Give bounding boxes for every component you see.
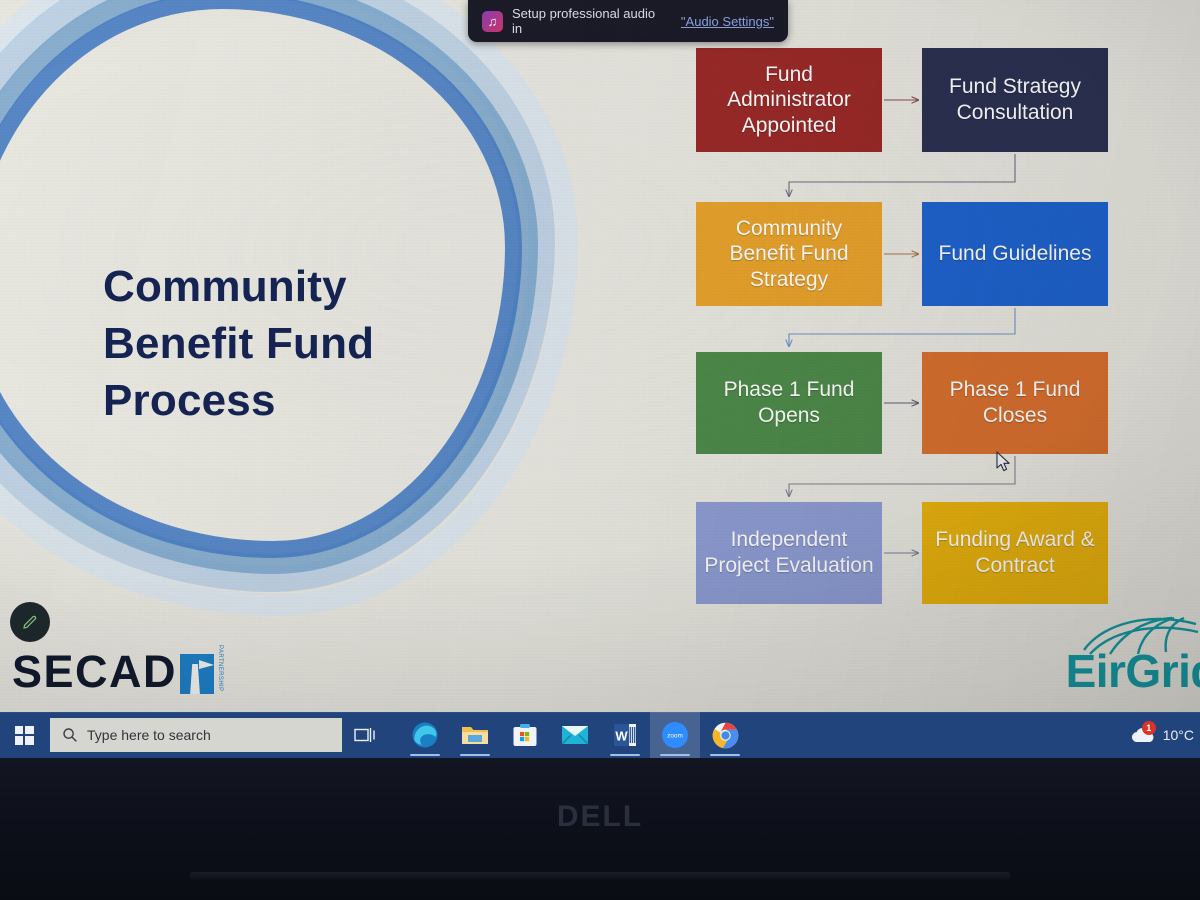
weather-notification-badge: 1: [1141, 721, 1156, 735]
app-running-indicator: [660, 754, 690, 756]
toast-message: Setup professional audio in: [512, 6, 656, 36]
word-icon: W: [610, 720, 640, 750]
laptop-photo: Community Benefit Fund Process Fund Admi…: [0, 0, 1200, 900]
folder-icon: [460, 720, 490, 750]
taskbar-app-word[interactable]: W: [600, 712, 650, 758]
flow-step-community-benefit-fund-strategy[interactable]: Community Benefit Fund Strategy: [696, 202, 882, 306]
music-note-icon: ♫: [482, 10, 503, 32]
dell-brand-logo: DELL: [556, 800, 644, 833]
flow-step-independent-project-evaluation[interactable]: Independent Project Evaluation: [696, 502, 882, 604]
zoom-icon: zoom: [660, 720, 690, 750]
secad-wordmark: SECAD: [12, 646, 178, 698]
flow-step-phase-1-fund-opens[interactable]: Phase 1 Fund Opens: [696, 352, 882, 454]
laptop-bezel: DELL: [0, 758, 1200, 900]
app-running-indicator: [710, 754, 740, 756]
taskbar-app-zoom[interactable]: zoom: [650, 712, 700, 758]
weather-widget[interactable]: 1 10°C: [1129, 721, 1194, 746]
slide-title: Community Benefit Fund Process: [103, 262, 375, 426]
app-running-indicator: [460, 754, 490, 756]
eirgrid-globe-icon: [1083, 616, 1199, 655]
store-icon: [510, 720, 540, 750]
laptop-screen: Community Benefit Fund Process Fund Admi…: [0, 0, 1200, 712]
mail-icon: [560, 720, 590, 750]
secad-logo: SECAD PARTNERSHIP: [12, 645, 223, 694]
annotate-pen-button[interactable]: [10, 602, 50, 642]
task-view-icon: [354, 728, 375, 742]
audio-setup-toast[interactable]: ♫ Setup professional audio in "Audio Set…: [468, 0, 788, 42]
taskbar-app-microsoft-store[interactable]: [500, 712, 550, 758]
system-tray: 1 10°C: [1129, 721, 1200, 746]
windows-taskbar: Type here to search W zoom 1 10°C: [0, 712, 1200, 758]
taskbar-app-microsoft-edge[interactable]: [400, 712, 450, 758]
start-button[interactable]: [0, 712, 48, 758]
svg-text:W: W: [615, 729, 628, 744]
mouse-pointer-icon: [996, 451, 1010, 472]
flow-step-fund-guidelines[interactable]: Fund Guidelines: [922, 202, 1108, 306]
taskbar-app-mail[interactable]: [550, 712, 600, 758]
taskbar-app-file-explorer[interactable]: [450, 712, 500, 758]
taskbar-app-google-chrome[interactable]: [700, 712, 750, 758]
pen-icon: [23, 615, 37, 629]
audio-settings-link[interactable]: "Audio Settings": [681, 14, 774, 29]
svg-text:zoom: zoom: [667, 733, 683, 740]
flowchart: Fund Administrator Appointed Fund Strate…: [690, 40, 1120, 620]
edge-icon: [410, 720, 440, 750]
flow-step-fund-strategy-consultation[interactable]: Fund Strategy Consultation: [922, 48, 1108, 152]
windows-logo-icon: [14, 725, 34, 745]
task-view-button[interactable]: [342, 712, 388, 758]
keyboard-edge: [190, 872, 1010, 882]
flow-step-funding-award-and-contract[interactable]: Funding Award & Contract: [922, 502, 1108, 604]
secad-tagline: PARTNERSHIP: [217, 645, 224, 692]
app-running-indicator: [410, 754, 440, 756]
search-placeholder: Type here to search: [87, 727, 211, 743]
eirgrid-logo: EirGrid: [1066, 616, 1200, 694]
search-input[interactable]: Type here to search: [50, 718, 342, 752]
secad-lighthouse-icon: [180, 654, 215, 694]
app-running-indicator: [610, 754, 640, 756]
chrome-icon: [710, 720, 740, 750]
flow-step-fund-administrator-appointed[interactable]: Fund Administrator Appointed: [696, 48, 882, 152]
weather-temperature: 10°C: [1162, 727, 1194, 743]
flow-step-phase-1-fund-closes[interactable]: Phase 1 Fund Closes: [922, 352, 1108, 454]
search-icon: [63, 728, 77, 742]
